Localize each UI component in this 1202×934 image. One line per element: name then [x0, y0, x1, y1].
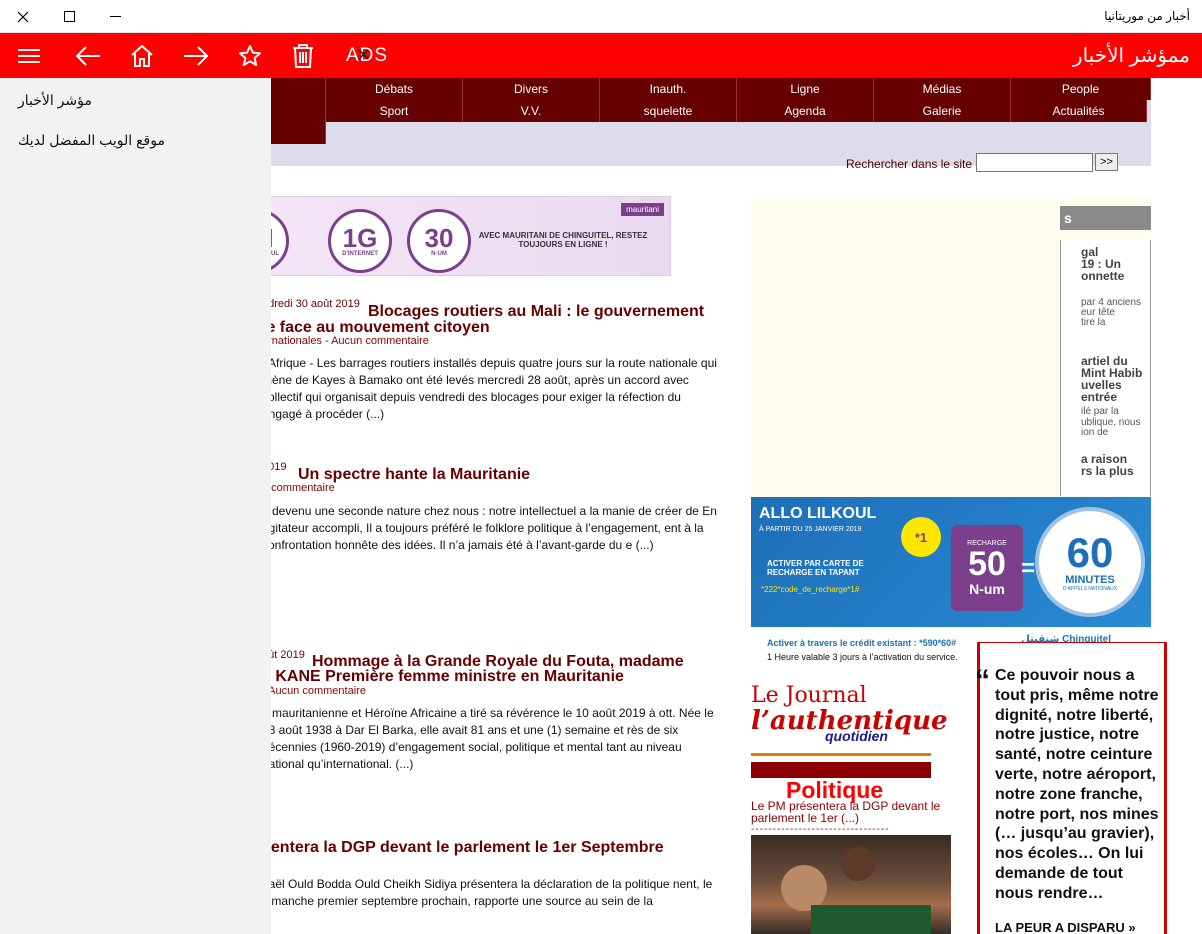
- dashed-divider: --------------------------------: [751, 824, 890, 835]
- article-summary: I Afrique - Les barrages routiers instal…: [262, 356, 717, 421]
- minutes-unit: MINUTES: [1065, 574, 1115, 586]
- maximize-icon: [63, 11, 75, 22]
- nav-link[interactable]: Médias: [874, 78, 1011, 100]
- article-summary: e devenu une seconde nature chez nous : …: [262, 504, 717, 552]
- recharge-value: 50: [968, 544, 1006, 583]
- drawer-item-favorite-site[interactable]: موقع الويب المفضل لديك: [18, 132, 165, 149]
- quote-text: Ce pouvoir nous a tout pris, même notre …: [995, 667, 1159, 902]
- nav-link[interactable]: Galerie: [874, 100, 1011, 122]
- back-button[interactable]: [65, 33, 111, 78]
- article-title-cont[interactable]: a KANE Première femme ministre en Maurit…: [262, 669, 624, 685]
- maximize-window-button[interactable]: [46, 0, 92, 33]
- navigation-drawer: مؤشر الأخبار موقع الويب المفضل لديك: [0, 78, 271, 934]
- sidebar-section-header: s: [1060, 206, 1151, 230]
- window-title: أخبار من موريتانيا: [1104, 9, 1190, 23]
- nav-link[interactable]: Sport: [326, 100, 463, 122]
- journal-logo-line[interactable]: Le Journal: [751, 683, 867, 708]
- nav-link[interactable]: Divers: [463, 78, 600, 100]
- minimize-window-button[interactable]: [92, 0, 138, 33]
- drawer-item-news-index[interactable]: مؤشر الأخبار: [18, 92, 92, 109]
- sidebar-news-summary: tire la: [1081, 317, 1106, 328]
- ad-slogan: AVEC MAURITANI DE CHINGUITEL, RESTEZ TOU…: [478, 231, 648, 249]
- nav-link[interactable]: squelette: [600, 100, 737, 122]
- section-bar: [751, 762, 931, 778]
- minutes-sub: D'APPELS NATIONAUX: [1062, 586, 1118, 592]
- article-title[interactable]: Un spectre hante la Mauritanie: [298, 467, 530, 483]
- ad-footer-line: 1 Heure valable 3 jours à l’activation d…: [767, 652, 958, 662]
- ad-circle-value: 1G: [342, 223, 378, 253]
- forward-button[interactable]: [173, 33, 219, 78]
- ad-date: À PARTIR DU 25 JANVIER 2019: [759, 526, 862, 533]
- close-icon: [17, 11, 29, 22]
- article-title[interactable]: sentera la DGP devant le parlement le 1e…: [262, 840, 664, 856]
- article-date: ndredi 30 août 2019: [262, 298, 360, 310]
- sidebar-news-title[interactable]: entrée: [1081, 391, 1117, 403]
- home-button[interactable]: [119, 33, 165, 78]
- equals-sign: =: [1021, 555, 1036, 582]
- nav-link[interactable]: Ligne: [737, 78, 874, 100]
- article-title-cont[interactable]: ie face au mouvement citoyen: [262, 320, 490, 336]
- recharge-unit: N-um: [969, 580, 1005, 597]
- ad-circle-label: D'INTERNET: [342, 251, 378, 257]
- ad-instructions: ACTIVER PAR CARTE DE RECHARGE EN TAPANT: [767, 559, 864, 577]
- hamburger-menu-button[interactable]: [6, 33, 52, 78]
- ad-circle: 1G D'INTERNET: [328, 209, 392, 273]
- sidebar-news-title[interactable]: rs la plus: [1081, 465, 1134, 477]
- site-search-input[interactable]: [976, 153, 1093, 172]
- ad-brand-logo: mauritani: [621, 203, 664, 216]
- home-icon: [131, 44, 153, 67]
- quote-footer: LA PEUR A DISPARU »: [995, 920, 1136, 934]
- recharge-card: RECHARGE 50 N-um: [951, 525, 1023, 611]
- journal-teaser-link[interactable]: Le PM présentera la DGP devant le parlem…: [751, 800, 941, 824]
- nav-link[interactable]: Actualités: [1011, 100, 1147, 122]
- favorite-button[interactable]: [227, 33, 273, 78]
- minutes-value: 60: [1066, 529, 1114, 576]
- article-meta[interactable]: ernationales - Aucun commentaire: [262, 335, 429, 347]
- ad-title: ALLO LILKOUL: [759, 505, 877, 522]
- window-titlebar: أخبار من موريتانيا: [0, 0, 1202, 33]
- sidebar-news-title[interactable]: onnette: [1081, 270, 1124, 282]
- photo-shape: [841, 847, 875, 881]
- trash-icon: [293, 43, 313, 68]
- close-window-button[interactable]: [0, 0, 46, 33]
- ad-circle: 30 N-UM: [407, 209, 471, 273]
- nav-link[interactable]: V.V.: [463, 100, 600, 122]
- search-label: Rechercher dans le site: [846, 157, 973, 171]
- search-submit-button[interactable]: >>: [1095, 153, 1118, 171]
- ad-footer-line: Activer à travers le crédit existant : *…: [767, 638, 957, 648]
- arrow-right-icon: [184, 45, 209, 66]
- ad-circle-label: N-UM: [431, 251, 447, 257]
- article-summary: haël Ould Bodda Ould Cheikh Sidiya prése…: [262, 877, 713, 908]
- allo-lilkoul-ad[interactable]: ALLO LILKOUL À PARTIR DU 25 JANVIER 2019…: [751, 497, 1151, 627]
- delete-button[interactable]: [280, 33, 326, 78]
- ad-circle-value: 30: [424, 223, 454, 253]
- photo-shape: [811, 905, 931, 934]
- minimize-icon: [109, 16, 121, 17]
- arrow-left-icon: [75, 45, 100, 66]
- hamburger-icon: [18, 48, 40, 63]
- ad-code: *222*code_de_recharge*1#: [761, 585, 860, 594]
- app-title: ممؤشر الأخبار: [1072, 45, 1190, 67]
- article-summary: e mauritanienne et Héroïne Africaine a t…: [262, 706, 714, 771]
- nav-link[interactable]: Agenda: [737, 100, 874, 122]
- article-meta[interactable]: - Aucun commentaire: [262, 685, 366, 697]
- journal-logo-sub: quotidien: [825, 728, 888, 744]
- nav-link[interactable]: People: [1011, 78, 1151, 100]
- star-icon: [239, 44, 261, 66]
- sidebar-news-summary: ilé par la: [1081, 406, 1119, 417]
- ads-off-icon: ✕: [356, 45, 372, 65]
- app-toolbar: ADS ✕ ممؤشر الأخبار: [0, 33, 1202, 78]
- nav-link[interactable]: Débats: [326, 78, 463, 100]
- sidebar-news-summary: ion de: [1081, 427, 1109, 438]
- article-meta[interactable]: n commentaire: [262, 482, 335, 494]
- ad-badge: *1: [901, 517, 941, 557]
- divider: [751, 753, 931, 756]
- nav-link[interactable]: Inauth.: [600, 78, 737, 100]
- news-photo[interactable]: [751, 835, 951, 934]
- quote-mark: “: [975, 664, 990, 697]
- minutes-circle: 60 MINUTES D'APPELS NATIONAUX: [1035, 507, 1145, 617]
- article-title[interactable]: Blocages routiers au Mali : le gouvernem…: [368, 304, 704, 320]
